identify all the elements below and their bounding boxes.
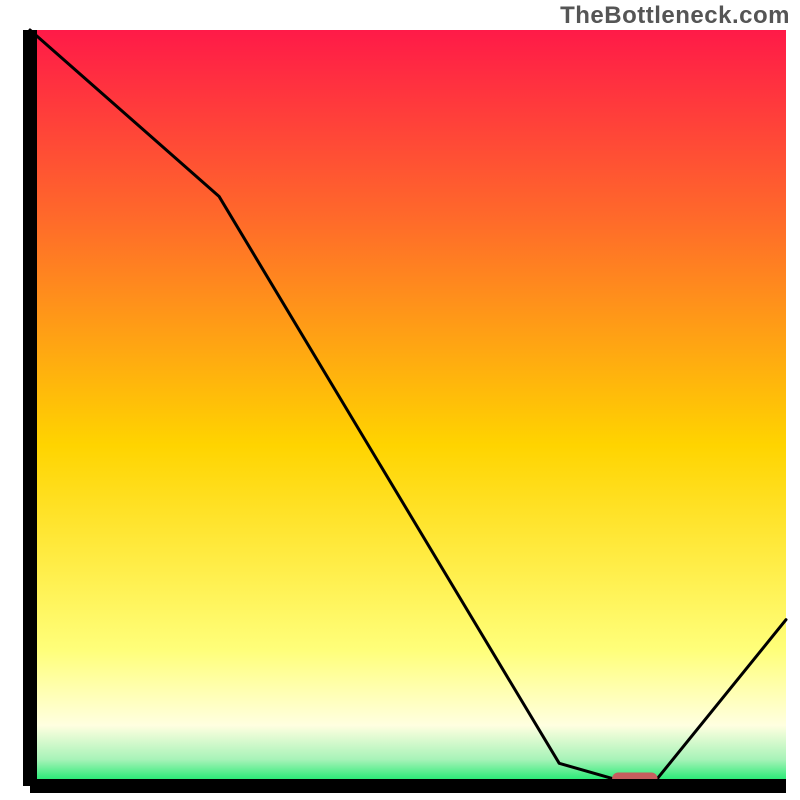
chart-container: TheBottleneck.com [0, 0, 800, 800]
plot-background [30, 30, 786, 786]
bottleneck-chart [0, 0, 800, 800]
watermark-text: TheBottleneck.com [560, 2, 790, 30]
